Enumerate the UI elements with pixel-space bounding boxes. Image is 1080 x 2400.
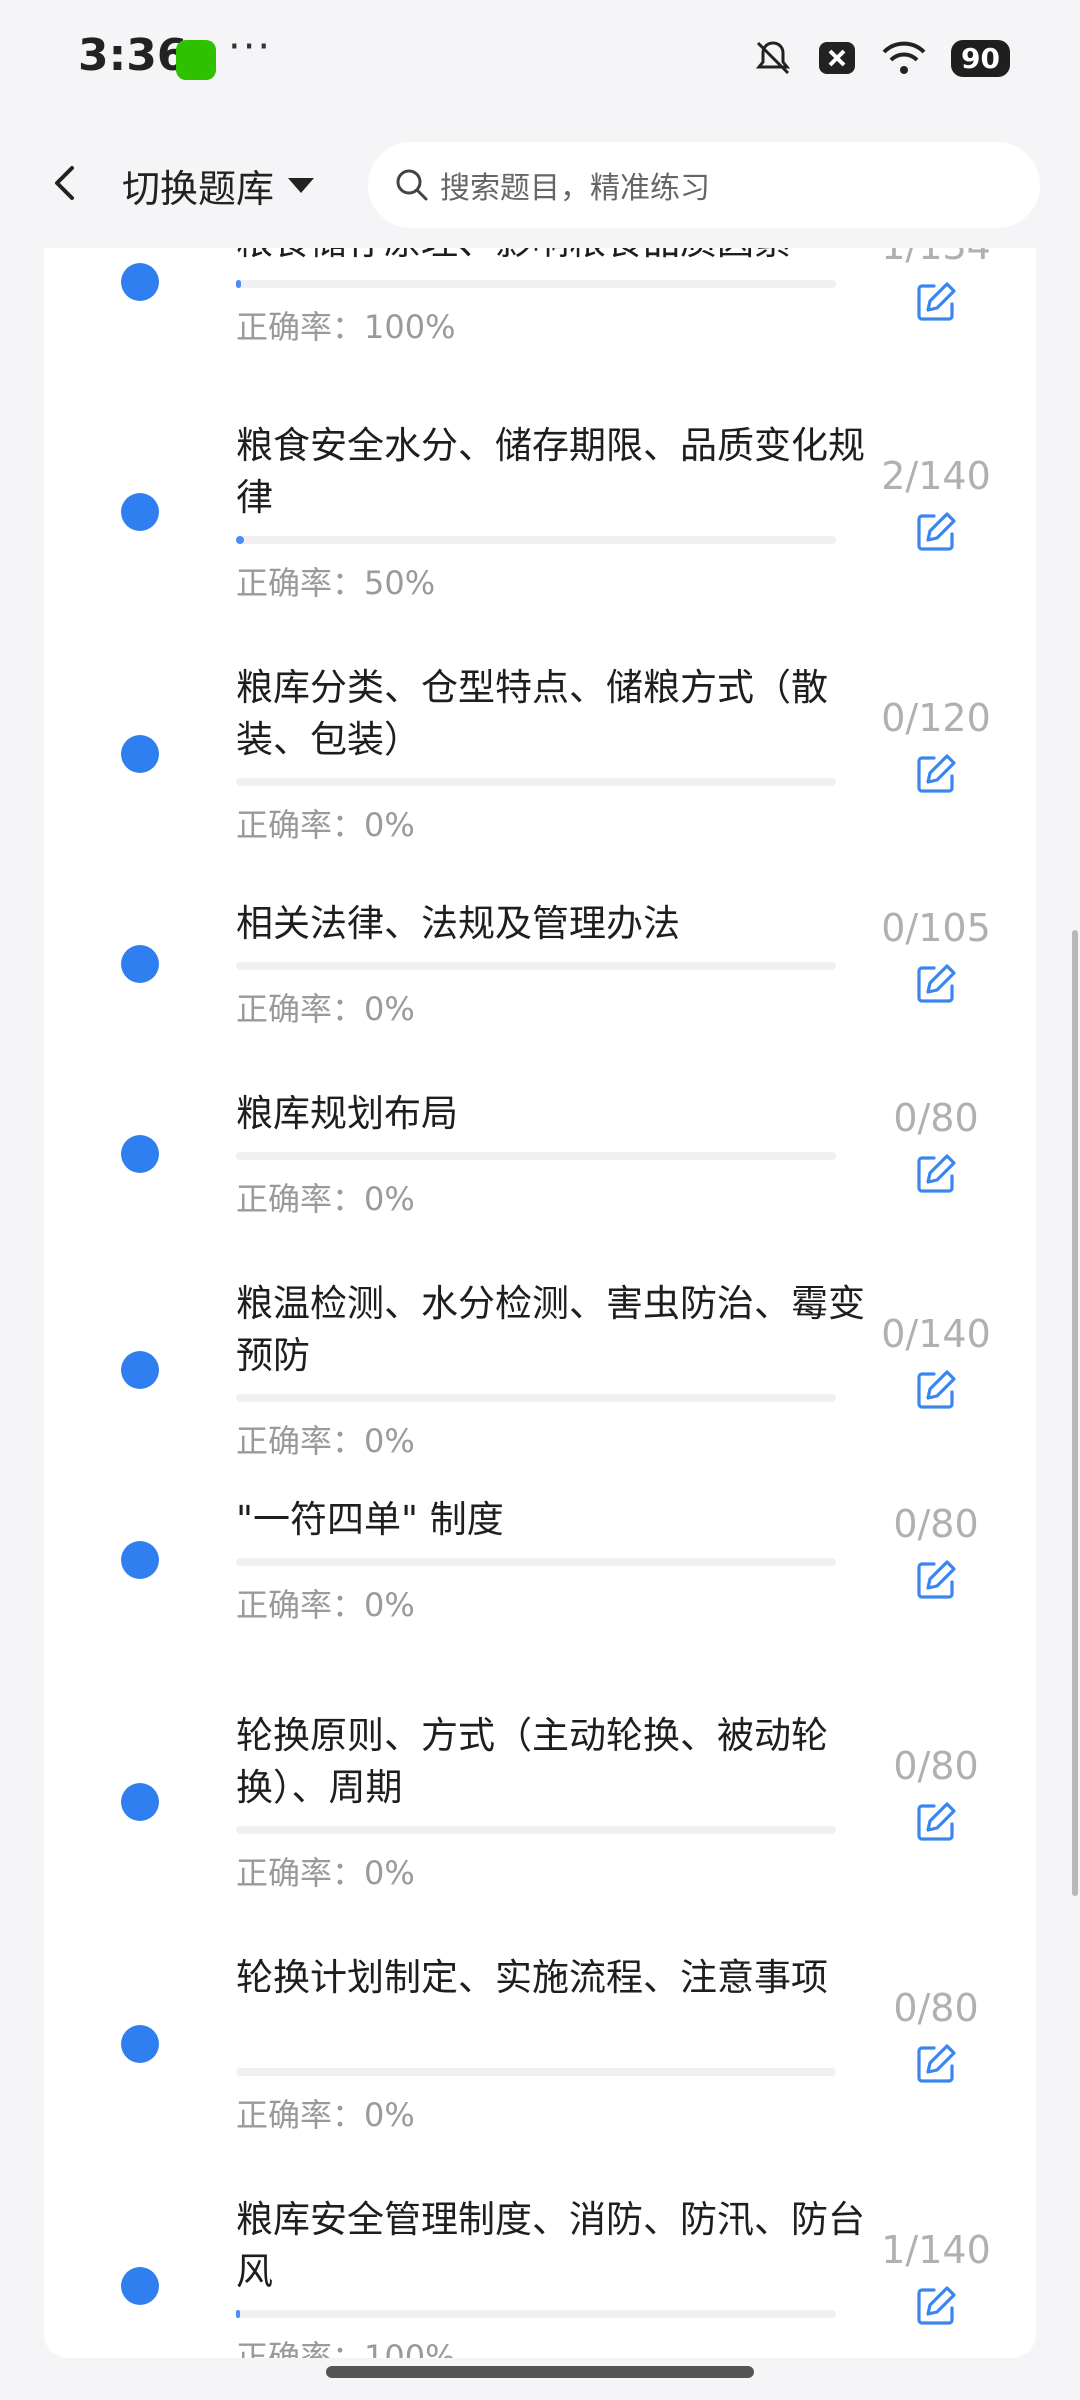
accuracy-text: 正确率：50% <box>236 564 436 602</box>
accuracy-text: 正确率：0% <box>236 806 415 844</box>
accuracy-text: 正确率：0% <box>236 1422 415 1460</box>
mute-bell-icon <box>755 41 791 75</box>
progress-bar <box>236 1152 836 1160</box>
progress-bar <box>236 2068 836 2076</box>
top-bar: 切换题库 搜索题目，精准练习 <box>0 118 1080 248</box>
edit-icon[interactable] <box>912 508 960 556</box>
progress-bar <box>236 1394 836 1402</box>
accuracy-text: 正确率：0% <box>236 1586 415 1624</box>
progress-count: 2/140 <box>881 454 991 498</box>
edit-icon[interactable] <box>912 1556 960 1604</box>
item-title: 粮库安全管理制度、消防、防汛、防台风 <box>236 2198 865 2293</box>
search-icon <box>396 169 428 201</box>
progress-count: 0/80 <box>893 1096 979 1140</box>
list-item[interactable]: 粮温检测、水分检测、害虫防治、霉变预防 正确率：0% 0/140 <box>44 1278 1036 1462</box>
status-bar: 3:36 ··· 90 <box>0 0 1080 118</box>
list-item[interactable]: 粮食安全水分、储存期限、品质变化规律 正确率：50% 2/140 <box>44 420 1036 604</box>
progress-bar <box>236 1826 836 1834</box>
progress-bar <box>236 2310 836 2318</box>
list-item[interactable]: "一符四单" 制度 正确率：0% 0/80 <box>44 1494 1036 1626</box>
list-item[interactable]: 粮库安全管理制度、消防、防汛、防台风 正确率：100% 1/140 <box>44 2194 1036 2358</box>
list-item[interactable]: 粮库规划布局 正确率：0% 0/80 <box>44 1088 1036 1220</box>
progress-bar <box>236 536 836 544</box>
scrollbar[interactable] <box>1072 930 1078 1896</box>
status-dot <box>121 735 159 773</box>
accuracy-text: 正确率：0% <box>236 1180 415 1218</box>
accuracy-text: 正确率：0% <box>236 1854 415 1892</box>
caret-down-icon <box>288 178 315 193</box>
list-item[interactable]: 粮食储存原理、影响粮食品质因素 正确率：100% 1/134 <box>44 248 1036 348</box>
edit-icon[interactable] <box>912 960 960 1008</box>
progress-bar <box>236 778 836 786</box>
item-title: 粮温检测、水分检测、害虫防治、霉变预防 <box>236 1282 865 1377</box>
progress-count: 0/105 <box>881 906 991 950</box>
progress-count: 1/140 <box>881 2228 991 2272</box>
progress-bar <box>236 280 836 288</box>
status-dot <box>121 1541 159 1579</box>
item-title: 轮换计划制定、实施流程、注意事项 <box>236 1956 828 1999</box>
edit-icon[interactable] <box>912 1798 960 1846</box>
progress-count: 0/80 <box>893 1986 979 2030</box>
accuracy-text: 正确率：100% <box>236 308 456 346</box>
progress-count: 0/120 <box>881 696 991 740</box>
progress-fill <box>236 280 241 288</box>
edit-icon[interactable] <box>912 2282 960 2330</box>
item-title: 粮库分类、仓型特点、储粮方式（散装、包装） <box>236 666 828 761</box>
list-item[interactable]: 轮换计划制定、实施流程、注意事项 正确率：0% 0/80 <box>44 1952 1036 2136</box>
status-dot <box>121 1135 159 1173</box>
item-title: 轮换原则、方式（主动轮换、被动轮换）、周期 <box>236 1714 828 1809</box>
progress-count: 0/140 <box>881 1312 991 1356</box>
edit-icon[interactable] <box>912 750 960 798</box>
status-dot <box>121 1783 159 1821</box>
progress-count: 0/80 <box>893 1744 979 1788</box>
wifi-icon <box>882 41 926 74</box>
status-dot <box>121 945 159 983</box>
list-item[interactable]: 相关法律、法规及管理办法 正确率：0% 0/105 <box>44 898 1036 1030</box>
progress-bar <box>236 1558 836 1566</box>
item-title: "一符四单" 制度 <box>236 1498 504 1541</box>
status-dot <box>121 493 159 531</box>
status-dot <box>121 2267 159 2305</box>
accuracy-text: 正确率：100% <box>236 2338 456 2358</box>
edit-icon[interactable] <box>912 1150 960 1198</box>
battery-indicator: 90 <box>951 39 1010 77</box>
status-time: 3:36 <box>78 30 188 81</box>
item-title: 粮库规划布局 <box>236 1092 458 1135</box>
list-item[interactable]: 轮换原则、方式（主动轮换、被动轮换）、周期 正确率：0% 0/80 <box>44 1710 1036 1894</box>
progress-count: 0/80 <box>893 1502 979 1546</box>
progress-fill <box>236 2310 241 2318</box>
search-placeholder: 搜索题目，精准练习 <box>440 171 710 206</box>
accuracy-text: 正确率：0% <box>236 2096 415 2134</box>
wechat-icon <box>176 40 216 80</box>
accuracy-text: 正确率：0% <box>236 990 415 1028</box>
item-title: 粮食储存原理、影响粮食品质因素 <box>236 248 886 268</box>
status-dot <box>121 2025 159 2063</box>
list-item[interactable]: 粮库分类、仓型特点、储粮方式（散装、包装） 正确率：0% 0/120 <box>44 662 1036 846</box>
close-notification-icon <box>819 42 856 74</box>
switch-question-bank-button[interactable]: 切换题库 <box>122 158 315 213</box>
progress-bar <box>236 962 836 970</box>
progress-fill <box>236 536 245 544</box>
edit-icon[interactable] <box>912 278 960 326</box>
search-input[interactable]: 搜索题目，精准练习 <box>368 142 1040 228</box>
back-arrow-icon[interactable] <box>40 158 90 208</box>
item-title: 粮食安全水分、储存期限、品质变化规律 <box>236 424 865 519</box>
status-dot <box>121 263 159 301</box>
home-indicator[interactable] <box>326 2366 754 2378</box>
item-title: 相关法律、法规及管理办法 <box>236 902 680 945</box>
more-notifications-icon: ··· <box>228 24 273 70</box>
edit-icon[interactable] <box>912 1366 960 1414</box>
switch-question-bank-label: 切换题库 <box>122 167 275 211</box>
edit-icon[interactable] <box>912 2040 960 2088</box>
question-bank-list: 粮食储存原理、影响粮食品质因素 正确率：100% 1/134 粮食安全水分、储存… <box>44 248 1036 2358</box>
status-dot <box>121 1351 159 1389</box>
progress-count: 1/134 <box>856 248 1016 268</box>
